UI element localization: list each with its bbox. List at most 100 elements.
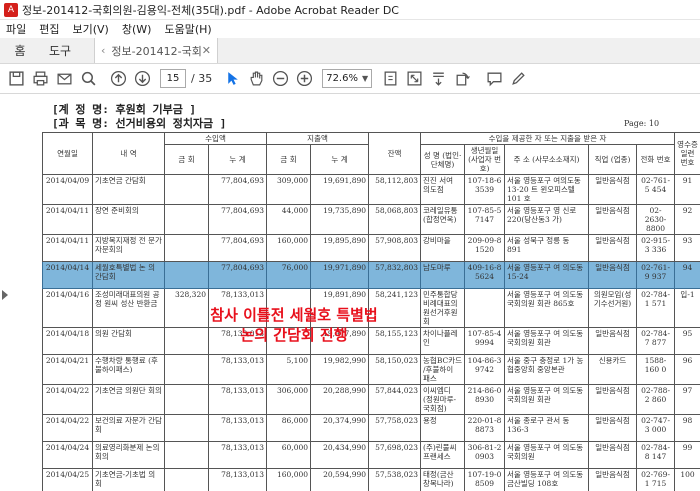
envelope-icon xyxy=(56,73,72,85)
cell-addr: 서울 종로구 관서 동 136-3 xyxy=(504,414,590,442)
cell-job: 의원모임(성 기수선거원) xyxy=(588,288,638,328)
fit-page-button[interactable] xyxy=(378,67,402,91)
cell-date: 2014/04/14 xyxy=(42,261,93,289)
cell-job: 일반음식점 xyxy=(588,261,638,289)
menu-edit[interactable]: 편집 xyxy=(39,21,59,37)
table-row: 2014/04/24 의료영리화분제 논의 회의 78,133,013 60,000 2… xyxy=(42,441,700,469)
cell-balance: 57,908,803 xyxy=(368,234,422,262)
cell-name: (주)린풀씨 프랜세스 xyxy=(420,441,466,469)
cell-phone: 1588-160 0 xyxy=(636,354,676,385)
cell-addr: 서울 영등포구 여 의도동 국회의원 회관 xyxy=(504,327,590,355)
menu-file[interactable]: 파일 xyxy=(6,21,26,37)
zoom-in-button[interactable] xyxy=(292,67,316,91)
zoom-level-value: 72.6% xyxy=(326,73,358,84)
cell-balance: 57,844,023 xyxy=(368,384,422,415)
sidebar-expand-handle[interactable] xyxy=(2,290,8,300)
cell-birth: 409-16-8 5624 xyxy=(464,261,506,289)
header-desc: 내 역 xyxy=(92,132,165,175)
header-expense-total: 누 계 xyxy=(310,144,370,175)
cell-phone: 02-784-7 877 xyxy=(636,327,676,355)
cell-inc-total: 78,133,013 xyxy=(207,384,268,415)
cell-phone: 02-761-5 454 xyxy=(636,174,676,205)
header-receipt: 영수증 일련 번호 xyxy=(674,132,700,175)
cell-balance: 58,068,803 xyxy=(368,204,422,235)
comment-button[interactable] xyxy=(482,67,506,91)
tab-document[interactable]: ‹ 정보-201412-국회... ✕ xyxy=(94,38,218,63)
print-button[interactable] xyxy=(28,67,52,91)
cell-receipt: 입-1 xyxy=(674,288,700,328)
highlight-button[interactable] xyxy=(506,67,530,91)
arrow-up-circle-icon xyxy=(110,70,126,87)
cell-addr: 서울 영등포구 여 의도동 국회의원 xyxy=(504,441,590,469)
cell-job: 일반음식점 xyxy=(588,234,638,262)
cell-receipt: 97 xyxy=(674,384,700,415)
header-date: 연월일 xyxy=(42,132,93,175)
cell-exp-amt: 160,000 xyxy=(266,468,312,491)
cell-balance: 57,538,023 xyxy=(368,468,422,491)
cell-addr: 서울 영등포구 여 의도동 15-24 xyxy=(504,261,590,289)
full-screen-button[interactable] xyxy=(402,67,426,91)
save-button[interactable] xyxy=(4,67,28,91)
tab-home[interactable]: 홈 xyxy=(0,38,40,63)
search-button[interactable] xyxy=(76,67,100,91)
cell-birth: 107-85-5 7147 xyxy=(464,204,506,235)
chevron-left-icon[interactable]: ‹ xyxy=(101,44,105,57)
tab-tools[interactable]: 도구 xyxy=(40,38,80,63)
cell-exp-amt: 309,000 xyxy=(266,174,312,205)
cell-balance: 57,758,023 xyxy=(368,414,422,442)
arrow-down-circle-icon xyxy=(134,70,150,87)
cell-name: 이씨엠디 (정원마루- 국회점) xyxy=(420,384,466,415)
cell-inc-total: 78,133,013 xyxy=(207,354,268,385)
cell-addr: 서울 영등포구 여 의도동 금산빌딩 108호 xyxy=(504,468,590,491)
scroll-mode-button[interactable] xyxy=(426,67,450,91)
cell-balance: 57,832,803 xyxy=(368,261,422,289)
zoom-level-select[interactable]: 72.6% ▼ xyxy=(322,69,373,88)
menu-view[interactable]: 보기(V) xyxy=(73,21,109,37)
cell-name: 코레일유통 (합정면옥) xyxy=(420,204,466,235)
cell-name: 민주통합당 비례대표의 원선거후원회 xyxy=(420,288,466,328)
cell-date: 2014/04/22 xyxy=(42,414,93,442)
cell-phone: 02-788-2 860 xyxy=(636,384,676,415)
cell-inc-total: 77,804,693 xyxy=(207,204,268,235)
previous-page-button[interactable] xyxy=(106,67,130,91)
email-button[interactable] xyxy=(52,67,76,91)
close-icon[interactable]: ✕ xyxy=(202,44,211,57)
cell-inc-amt xyxy=(164,384,209,415)
cell-receipt: 92 xyxy=(674,204,700,235)
cell-job: 일반음식점 xyxy=(588,468,638,491)
cell-exp-total: 20,434,990 xyxy=(310,441,370,469)
header-job: 직업 (업종) xyxy=(588,144,638,175)
rotate-button[interactable] xyxy=(450,67,474,91)
header-expense: 지출액 xyxy=(266,132,370,145)
cell-desc: 의원 간담회 xyxy=(92,327,165,355)
table-row-highlighted: 2014/04/14 세월호특별법 논 의 간담회 77,804,693 76,000… xyxy=(42,261,700,289)
pdf-page: [계 정 명: 후원회 기부금 ] [과 목 명: 선거비용외 정치자금 ] P… xyxy=(14,95,700,491)
cell-inc-amt xyxy=(164,468,209,491)
chevron-down-icon: ▼ xyxy=(362,74,369,83)
cell-name: 용정 xyxy=(420,414,466,442)
header-payer: 수입을 제공한 자 또는 지출을 받은 자 xyxy=(420,132,676,145)
cell-exp-total: 19,982,990 xyxy=(310,354,370,385)
annotation-line-1: 참사 이틀전 세월호 특별법 xyxy=(210,306,378,324)
select-tool-button[interactable] xyxy=(220,67,244,91)
menu-help[interactable]: 도움말(H) xyxy=(164,21,211,37)
zoom-out-button[interactable] xyxy=(268,67,292,91)
table-row: 2014/04/11 지방복지재정 전 문가 자문회의 77,804,693 160,… xyxy=(42,234,700,262)
comment-icon xyxy=(487,72,502,87)
hand-tool-button[interactable] xyxy=(244,67,268,91)
cell-name: 남도마루 xyxy=(420,261,466,289)
cell-inc-amt xyxy=(164,414,209,442)
menu-window[interactable]: 창(W) xyxy=(122,21,152,37)
cell-phone: 02-915-3 336 xyxy=(636,234,676,262)
page-number-input[interactable]: 15 xyxy=(160,69,186,88)
main-toolbar: 15 / 35 72.6% ▼ xyxy=(0,64,700,94)
cell-date: 2014/04/25 xyxy=(42,468,93,491)
cell-birth: 306-81-2 0903 xyxy=(464,441,506,469)
cell-birth: 220-01-8 8873 xyxy=(464,414,506,442)
subject-title: [과 목 명: 선거비용외 정치자금 ] xyxy=(52,117,227,130)
cell-exp-total: 20,288,990 xyxy=(310,384,370,415)
cell-job: 일반음식점 xyxy=(588,441,638,469)
cell-desc: 조성미래대표의원 공정 원씨 성산 반환금 xyxy=(92,288,165,328)
cell-exp-total: 19,895,890 xyxy=(310,234,370,262)
next-page-button[interactable] xyxy=(130,67,154,91)
